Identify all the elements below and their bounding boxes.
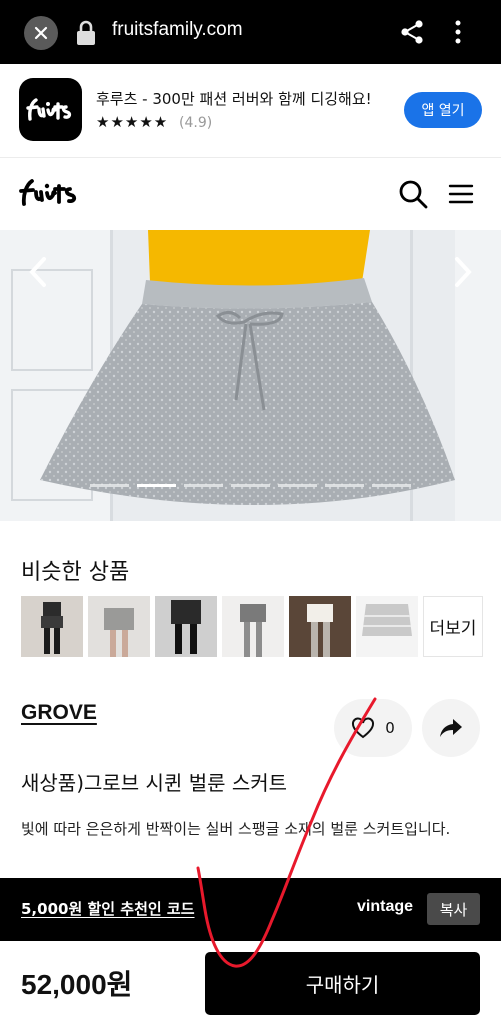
share-product-button[interactable] [422,699,480,757]
more-vert-icon[interactable] [450,18,466,46]
like-count: 0 [385,719,395,737]
close-tab-button[interactable] [24,16,58,50]
rating-stars: ★★★★★ [96,113,169,131]
product-name: 새상품)그로브 시퀸 벌룬 스커트 [21,771,288,795]
purchase-bar: 52,000원 구매하기 [0,941,501,1024]
chevron-right-icon[interactable] [450,255,476,289]
share-icon[interactable] [398,18,426,46]
buy-button[interactable]: 구매하기 [205,952,480,1015]
browser-toolbar: fruitsfamily.com [0,0,501,64]
similar-product-thumb[interactable] [155,596,217,657]
open-app-button[interactable]: 앱 열기 [404,92,482,128]
fruits-logo-icon [25,97,71,121]
url-text[interactable]: fruitsfamily.com [112,19,243,41]
copy-code-button[interactable]: 복사 [427,893,480,925]
similar-product-thumb[interactable] [88,596,150,657]
similar-product-thumb[interactable] [21,596,83,657]
site-logo[interactable] [19,176,83,210]
product-description: 빛에 따라 은은하게 반짝이는 실버 스팽글 소재의 벌룬 스커트입니다. [21,820,451,838]
like-button[interactable]: 0 [334,699,412,757]
carousel-dot[interactable] [278,484,317,487]
similar-products-title: 비슷한 상품 [21,560,130,585]
carousel-dot[interactable] [325,484,364,487]
search-icon[interactable] [398,179,428,209]
app-banner-title: 후루츠 - 300만 패션 러버와 함께 디깅해요! [96,90,372,108]
similar-products-list: 더보기 [21,596,483,657]
heart-icon [352,717,375,739]
carousel-dot-active[interactable] [137,484,176,487]
site-header [0,158,501,230]
referral-promo-text[interactable]: 5,000원 할인 추천인 코드 [21,898,199,919]
carousel-dot[interactable] [184,484,223,487]
menu-icon[interactable] [448,182,474,206]
product-photo [0,230,501,521]
referral-promo-bar: 5,000원 할인 추천인 코드 vintage 복사 [0,878,501,941]
similar-product-thumb[interactable] [289,596,351,657]
similar-more-button[interactable]: 더보기 [423,596,483,657]
carousel-dot[interactable] [231,484,270,487]
referral-code: vintage [357,898,414,915]
carousel-dot[interactable] [372,484,411,487]
close-icon [34,26,48,40]
app-install-banner: 후루츠 - 300만 패션 러버와 함께 디깅해요! ★★★★★ (4.9) 앱… [0,64,501,158]
rating-value: (4.9) [179,115,213,131]
carousel-dot[interactable] [90,484,129,487]
similar-product-thumb[interactable] [222,596,284,657]
carousel-indicators [90,484,411,487]
product-image-carousel[interactable] [0,230,501,521]
lock-icon [77,20,95,45]
share-arrow-icon [440,719,462,737]
similar-product-thumb[interactable] [356,596,418,657]
brand-link[interactable]: GROVE [21,701,97,725]
app-logo [19,78,82,141]
product-price: 52,000원 [21,969,133,1000]
chevron-left-icon[interactable] [25,255,51,289]
